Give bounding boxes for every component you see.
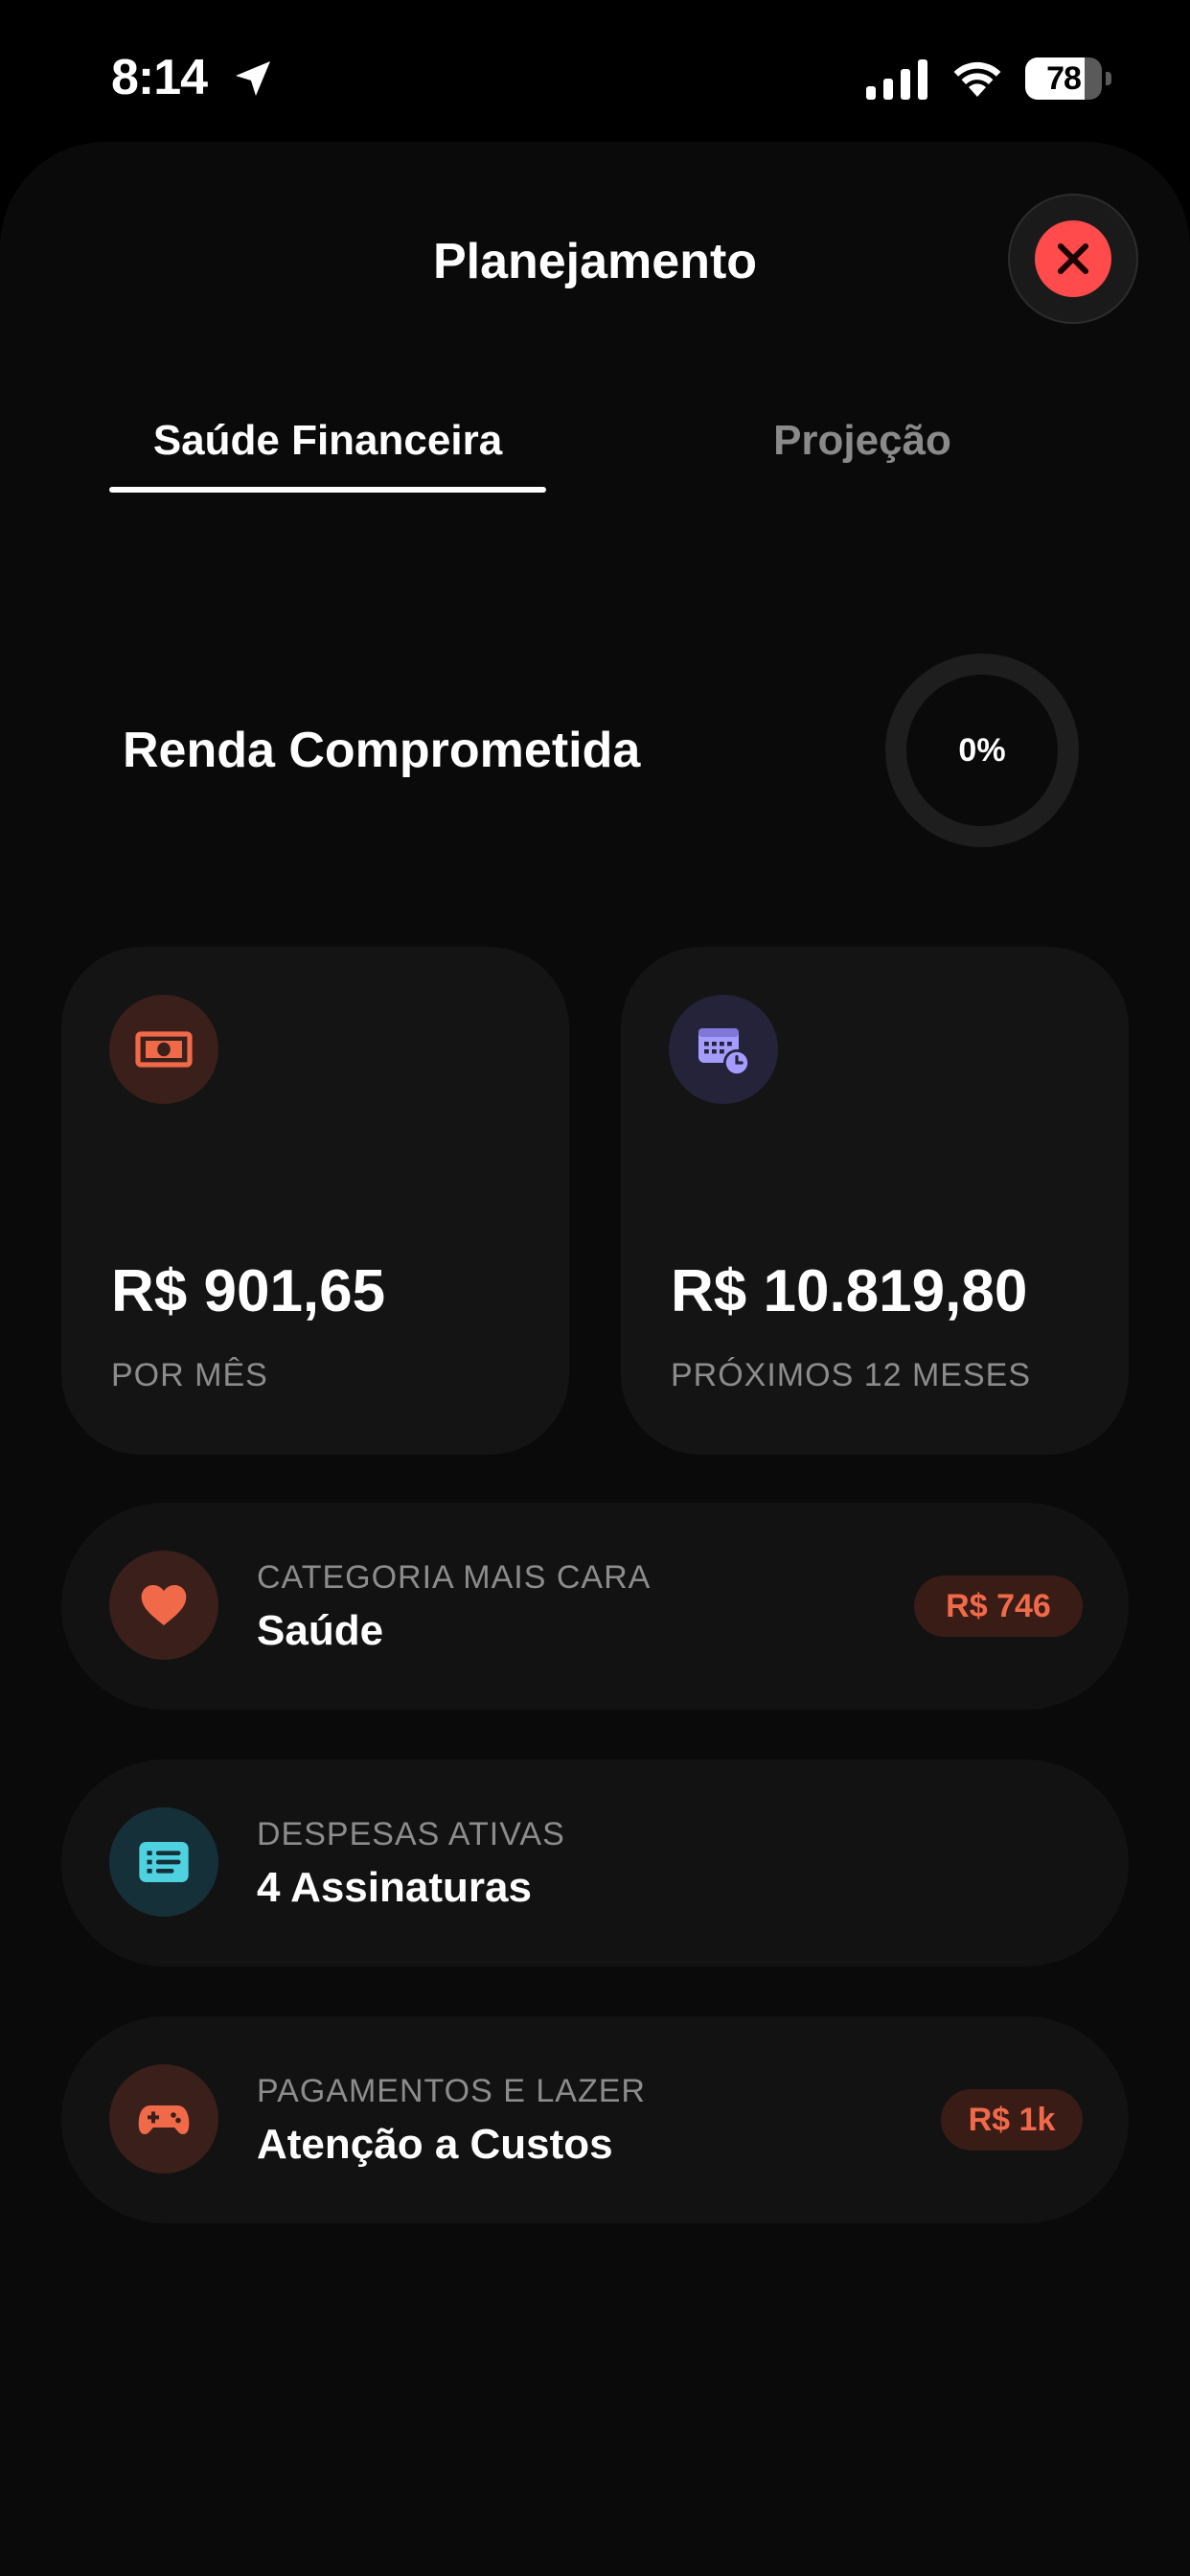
active-expenses-value: 4 Assinaturas <box>257 1864 532 1911</box>
annual-cost-card: R$ 10.819,80 PRÓXIMOS 12 MESES <box>621 947 1129 1455</box>
monthly-icon-badge <box>109 995 218 1104</box>
wifi-icon <box>953 61 1001 97</box>
active-expenses-icon-badge <box>109 1807 218 1917</box>
cellular-signal-icon <box>866 59 927 100</box>
payments-leisure-label: PAGAMENTOS E LAZER <box>257 2073 646 2109</box>
annual-cost-value: R$ 10.819,80 <box>671 1258 1028 1324</box>
tab-projecao[interactable]: Projeção <box>690 412 1035 470</box>
battery-icon: 78 <box>1025 58 1111 100</box>
committed-income-percent: 0% <box>958 732 1006 769</box>
calendar-clock-icon <box>698 1028 750 1076</box>
battery-level: 78 <box>1046 60 1082 97</box>
gamepad-icon <box>138 2105 190 2134</box>
status-bar: 8:14 78 <box>0 0 1190 144</box>
most-expensive-category-value: Saúde <box>257 1607 384 1654</box>
monthly-cost-value: R$ 901,65 <box>111 1258 386 1324</box>
annual-icon-badge <box>669 995 778 1104</box>
annual-cost-label: PRÓXIMOS 12 MESES <box>671 1357 1031 1393</box>
most-expensive-category-label: CATEGORIA MAIS CARA <box>257 1559 652 1596</box>
close-button[interactable] <box>1008 194 1138 324</box>
list-icon <box>139 1842 189 1882</box>
battery-cap <box>1106 72 1111 85</box>
category-icon-badge <box>109 1551 218 1660</box>
leisure-icon-badge <box>109 2064 218 2174</box>
banknote-icon <box>135 1031 193 1068</box>
active-expenses-label: DESPESAS ATIVAS <box>257 1816 565 1852</box>
close-circle <box>1035 220 1111 297</box>
status-time: 8:14 <box>111 50 208 105</box>
tab-saude-financeira[interactable]: Saúde Financeira <box>111 412 544 470</box>
most-expensive-category-row[interactable]: CATEGORIA MAIS CARA Saúde R$ 746 <box>61 1503 1129 1710</box>
payments-leisure-badge: R$ 1k <box>941 2089 1083 2150</box>
most-expensive-category-badge: R$ 746 <box>914 1576 1083 1637</box>
monthly-cost-label: POR MÊS <box>111 1357 268 1393</box>
battery-body: 78 <box>1025 58 1102 100</box>
heart-icon <box>141 1585 187 1625</box>
monthly-cost-card: R$ 901,65 POR MÊS <box>61 947 569 1455</box>
close-icon <box>1057 242 1089 275</box>
payments-leisure-value: Atenção a Custos <box>257 2121 613 2168</box>
payments-leisure-row[interactable]: PAGAMENTOS E LAZER Atenção a Custos R$ 1… <box>61 2016 1129 2223</box>
active-expenses-row[interactable]: DESPESAS ATIVAS 4 Assinaturas <box>61 1760 1129 1966</box>
location-arrow-icon <box>236 61 270 96</box>
committed-income-title: Renda Comprometida <box>123 723 641 778</box>
active-tab-indicator <box>109 487 546 493</box>
